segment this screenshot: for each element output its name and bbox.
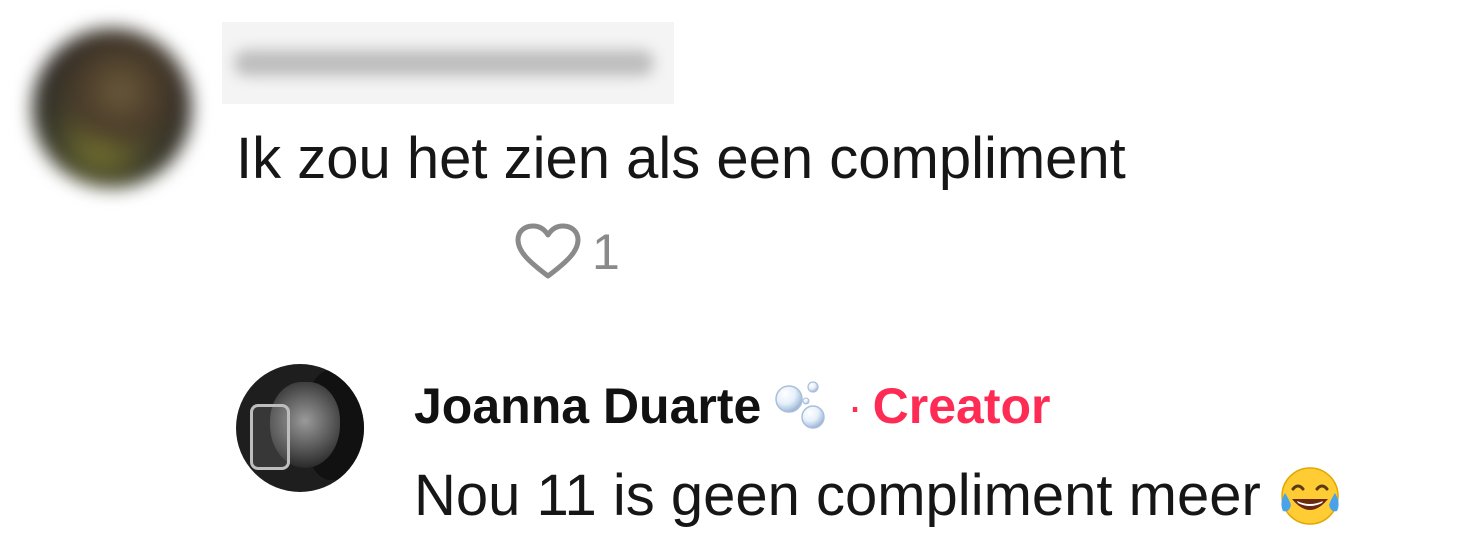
creator-avatar[interactable]	[236, 364, 364, 492]
commenter-avatar-blurred[interactable]	[22, 18, 222, 196]
bubbles-icon	[775, 381, 826, 429]
avatar-glass	[250, 404, 290, 470]
reply-header: Joanna Duarte · Creator	[414, 374, 1051, 438]
blurred-username-text	[234, 50, 654, 76]
commenter-username-blurred[interactable]	[222, 22, 674, 104]
like-count: 1	[592, 224, 620, 280]
creator-badge: Creator	[872, 378, 1051, 434]
comment-thread: Ik zou het zien als een compliment 1 Joa…	[0, 0, 1458, 550]
separator-dot: ·	[847, 380, 863, 432]
heart-outline-icon[interactable]	[514, 223, 582, 281]
reply-author-name[interactable]: Joanna Duarte	[414, 374, 761, 438]
avatar-image	[32, 28, 192, 188]
like-button[interactable]: 1	[514, 222, 620, 282]
comment-text: Ik zou het zien als een compliment	[236, 126, 1126, 191]
reply-body: Nou 11 is geen compliment meer	[414, 458, 1343, 534]
tears-of-joy-emoji-icon	[1281, 467, 1339, 525]
reply-text: Nou 11 is geen compliment meer	[414, 463, 1261, 528]
